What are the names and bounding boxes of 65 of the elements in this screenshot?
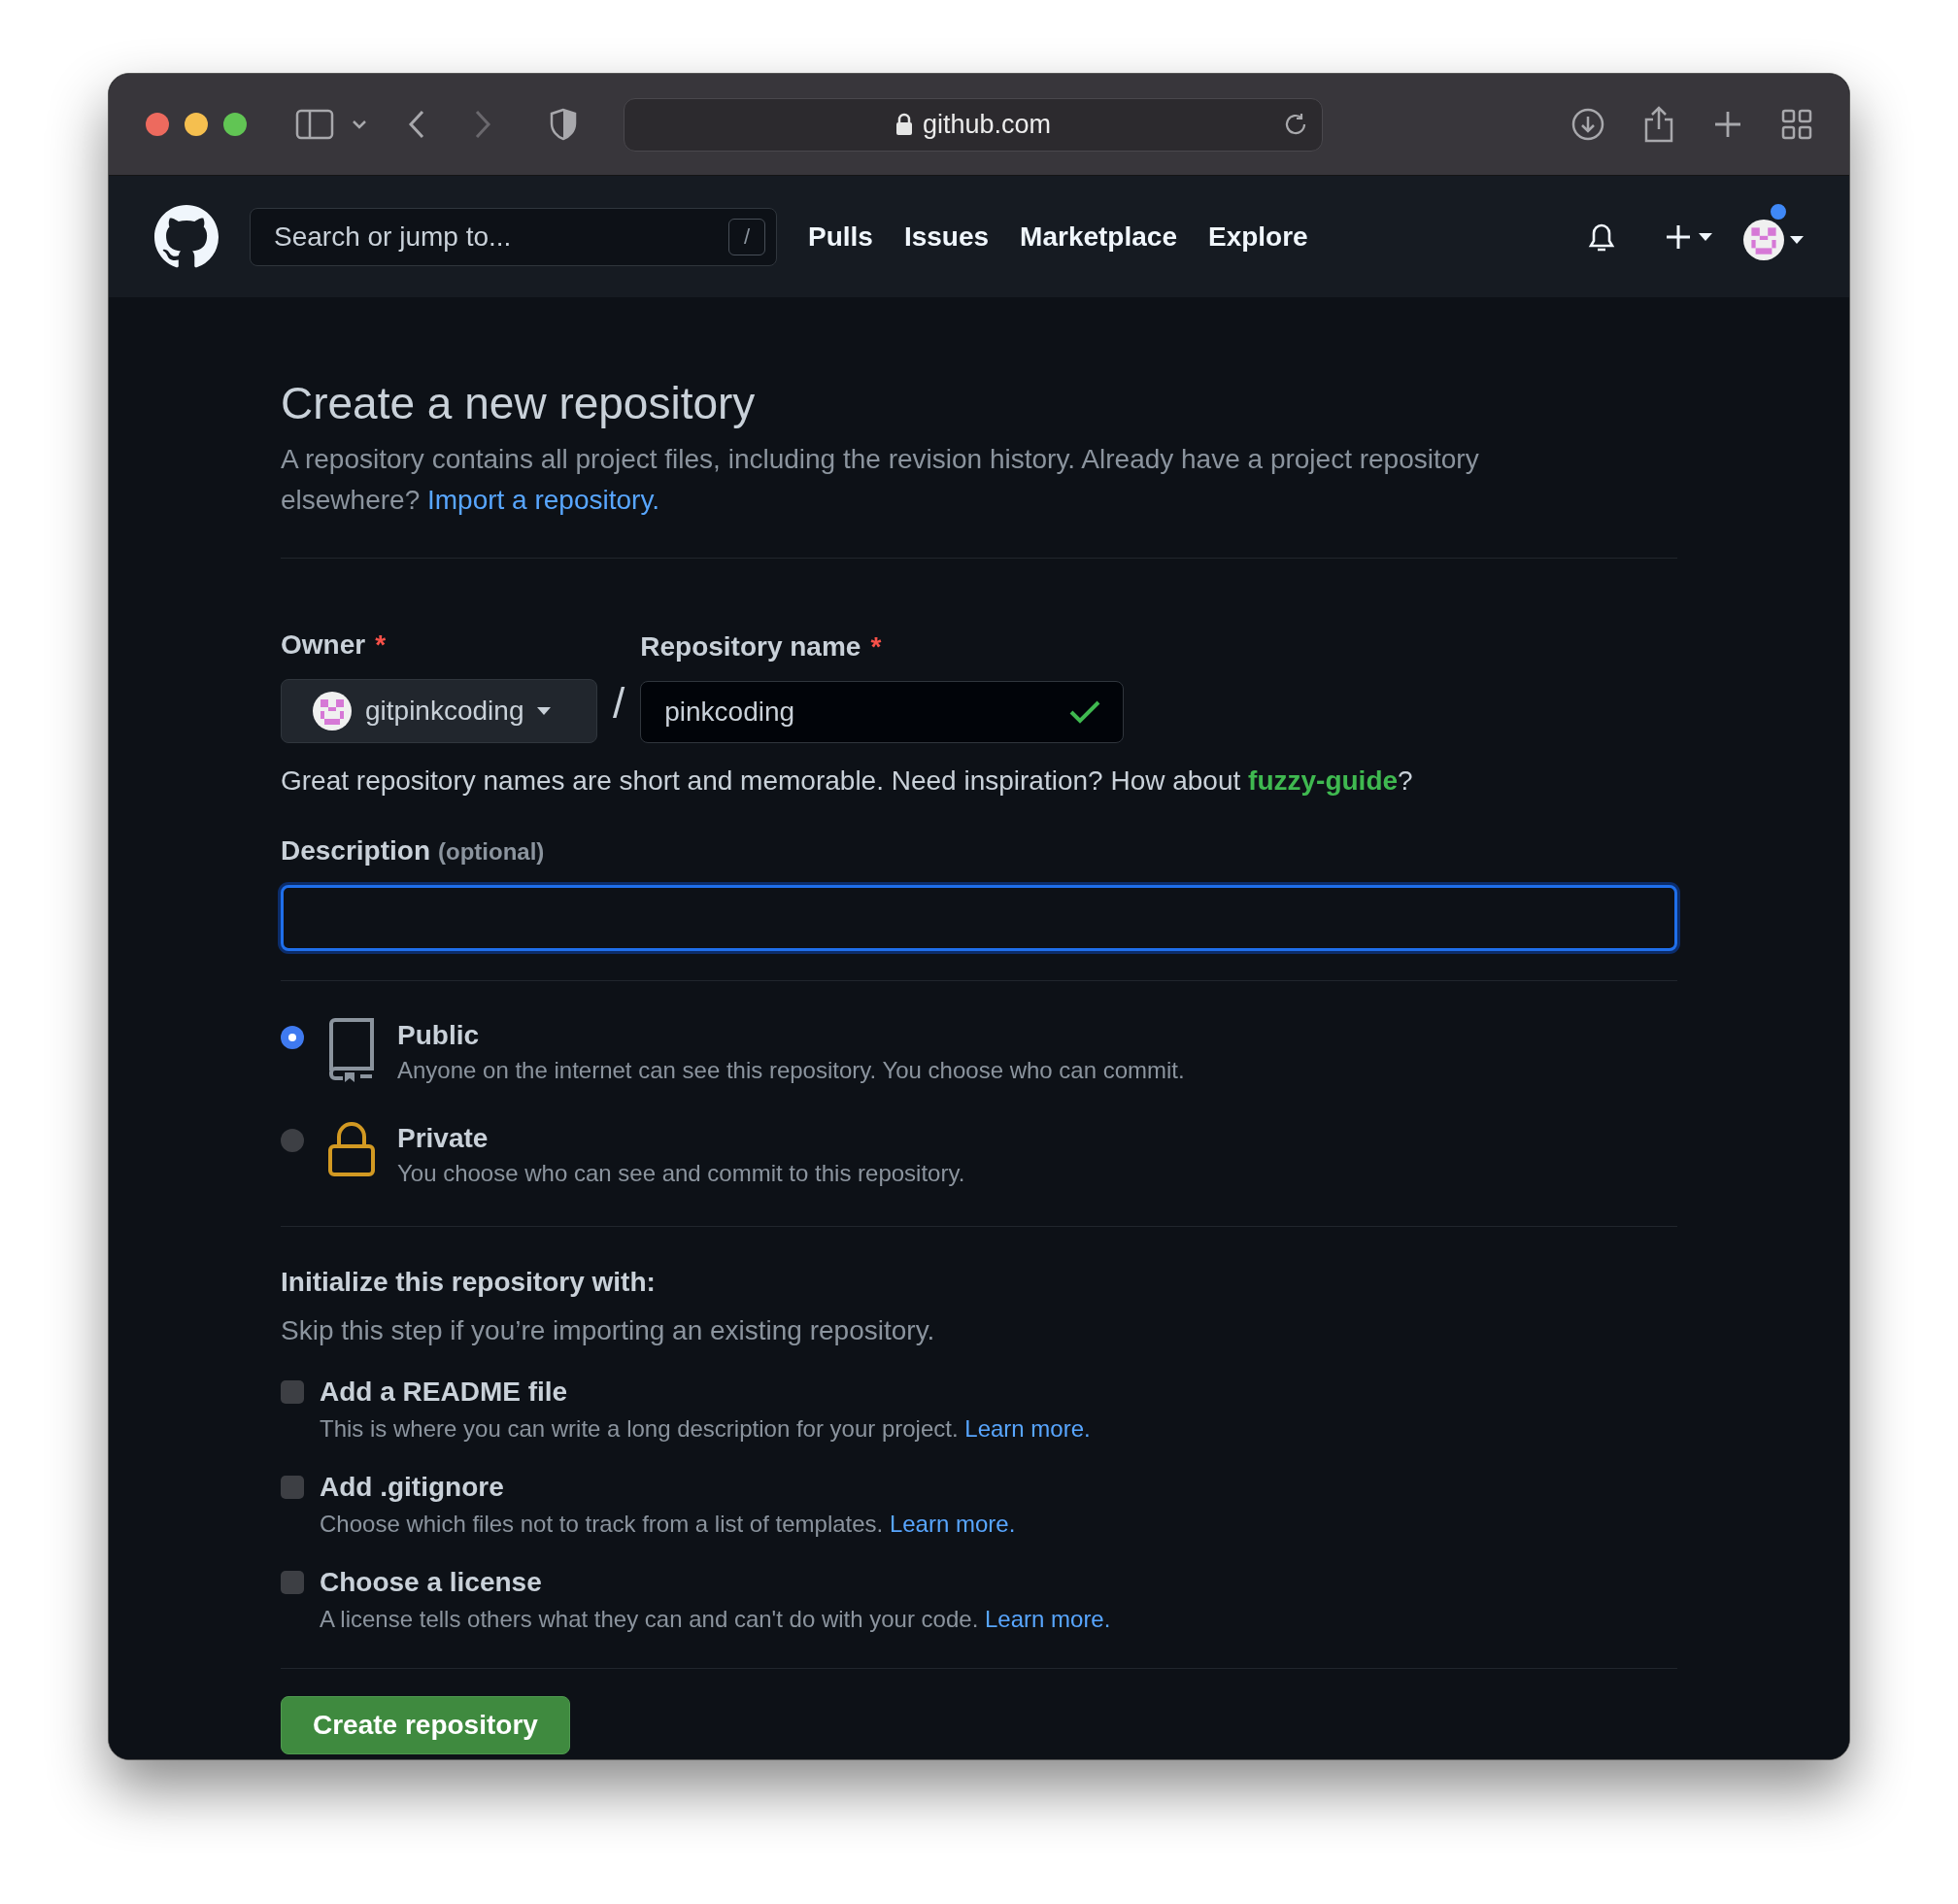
share-icon[interactable] (1643, 106, 1674, 143)
initialize-title: Initialize this repository with: (281, 1265, 657, 1299)
caret-icon (537, 706, 552, 715)
learn-more-link[interactable]: Learn more. (889, 1510, 1016, 1537)
visibility-description: Anyone on the internet can see this repository. You choose who can commit. (397, 1055, 1185, 1085)
create-repository-button[interactable]: Create repository (281, 1695, 570, 1754)
plus-icon[interactable] (1713, 110, 1742, 139)
owner-dropdown[interactable]: gitpinkcoding (281, 678, 597, 743)
visibility-title: Private (397, 1121, 490, 1155)
tab-grid-icon[interactable] (1781, 109, 1812, 140)
avatar-icon (1743, 219, 1784, 260)
plus-icon (1666, 223, 1691, 250)
description-field[interactable] (281, 884, 1677, 951)
nav-link[interactable]: Issues (903, 216, 990, 257)
initialize-subtitle: Skip this step if you’re importing an existing repository. (281, 1313, 936, 1347)
option-description: Choose which files not to track from a list of templates. Learn more. (320, 1509, 1016, 1539)
required-mark: * (375, 628, 387, 662)
lock-icon (327, 1120, 376, 1177)
visibility-description: You choose who can see and commit to this repository. (397, 1158, 965, 1188)
sidebar-icon[interactable] (295, 109, 334, 140)
url-text: github.com (922, 108, 1052, 141)
address-bar[interactable]: github.com (624, 97, 1323, 152)
shield-icon[interactable] (550, 108, 577, 141)
avatar-icon (313, 691, 352, 731)
slash-separator: / (613, 677, 625, 729)
option-title: Choose a license (320, 1565, 543, 1599)
option-title: Add a README file (320, 1375, 569, 1409)
option-description: A license tells others what they can and can't do with your code. Learn more. (320, 1604, 1111, 1634)
page-title: Create a new repository (281, 377, 757, 430)
required-mark: * (870, 629, 882, 663)
checkbox[interactable] (281, 1570, 304, 1594)
radio-button[interactable] (281, 1025, 304, 1049)
optional-label: (optional) (438, 836, 545, 867)
caret-icon (1699, 232, 1712, 241)
lock-icon (895, 113, 913, 136)
intro-text: A repository contains all project files, including the revision history. Already have a project repository elsewhere? Import a repository. (281, 442, 1480, 517)
visibility-title: Public (397, 1018, 480, 1052)
maximize-window-button[interactable] (223, 113, 247, 136)
checkbox[interactable] (281, 1379, 304, 1404)
shortcut-key: / (728, 218, 765, 255)
description-label: Description (281, 833, 431, 867)
repository-name-field[interactable]: pinkcoding (640, 680, 1125, 743)
repository-book-icon (327, 1017, 376, 1082)
nav-link[interactable]: Explore (1207, 216, 1308, 257)
github-logo-icon[interactable] (154, 204, 219, 269)
reload-icon[interactable] (1283, 112, 1308, 137)
learn-more-link[interactable]: Learn more. (964, 1414, 1091, 1442)
create-new-dropdown[interactable] (1666, 223, 1712, 250)
minimize-window-button[interactable] (185, 113, 208, 136)
import-link[interactable]: Import a repository. (427, 484, 660, 515)
nav-link[interactable]: Marketplace (1020, 216, 1177, 257)
learn-more-link[interactable]: Learn more. (985, 1605, 1111, 1632)
option-title: Add .gitignore (320, 1470, 505, 1504)
checkbox[interactable] (281, 1475, 304, 1499)
nav-link[interactable]: Pulls (808, 216, 873, 257)
repository-name-label: Repository name (640, 629, 861, 663)
download-icon[interactable] (1571, 108, 1604, 141)
close-window-button[interactable] (146, 113, 169, 136)
chevron-down-icon[interactable] (352, 119, 367, 129)
radio-button[interactable] (281, 1128, 304, 1152)
owner-label: Owner (281, 628, 366, 662)
name-hint-text: Great repository names are short and memorable. Need inspiration? How about fuzzy-guide? (281, 764, 1414, 798)
back-icon[interactable] (408, 110, 425, 139)
option-description: This is where you can write a long description for your project. Learn more. (320, 1413, 1091, 1444)
caret-icon (1790, 235, 1804, 244)
